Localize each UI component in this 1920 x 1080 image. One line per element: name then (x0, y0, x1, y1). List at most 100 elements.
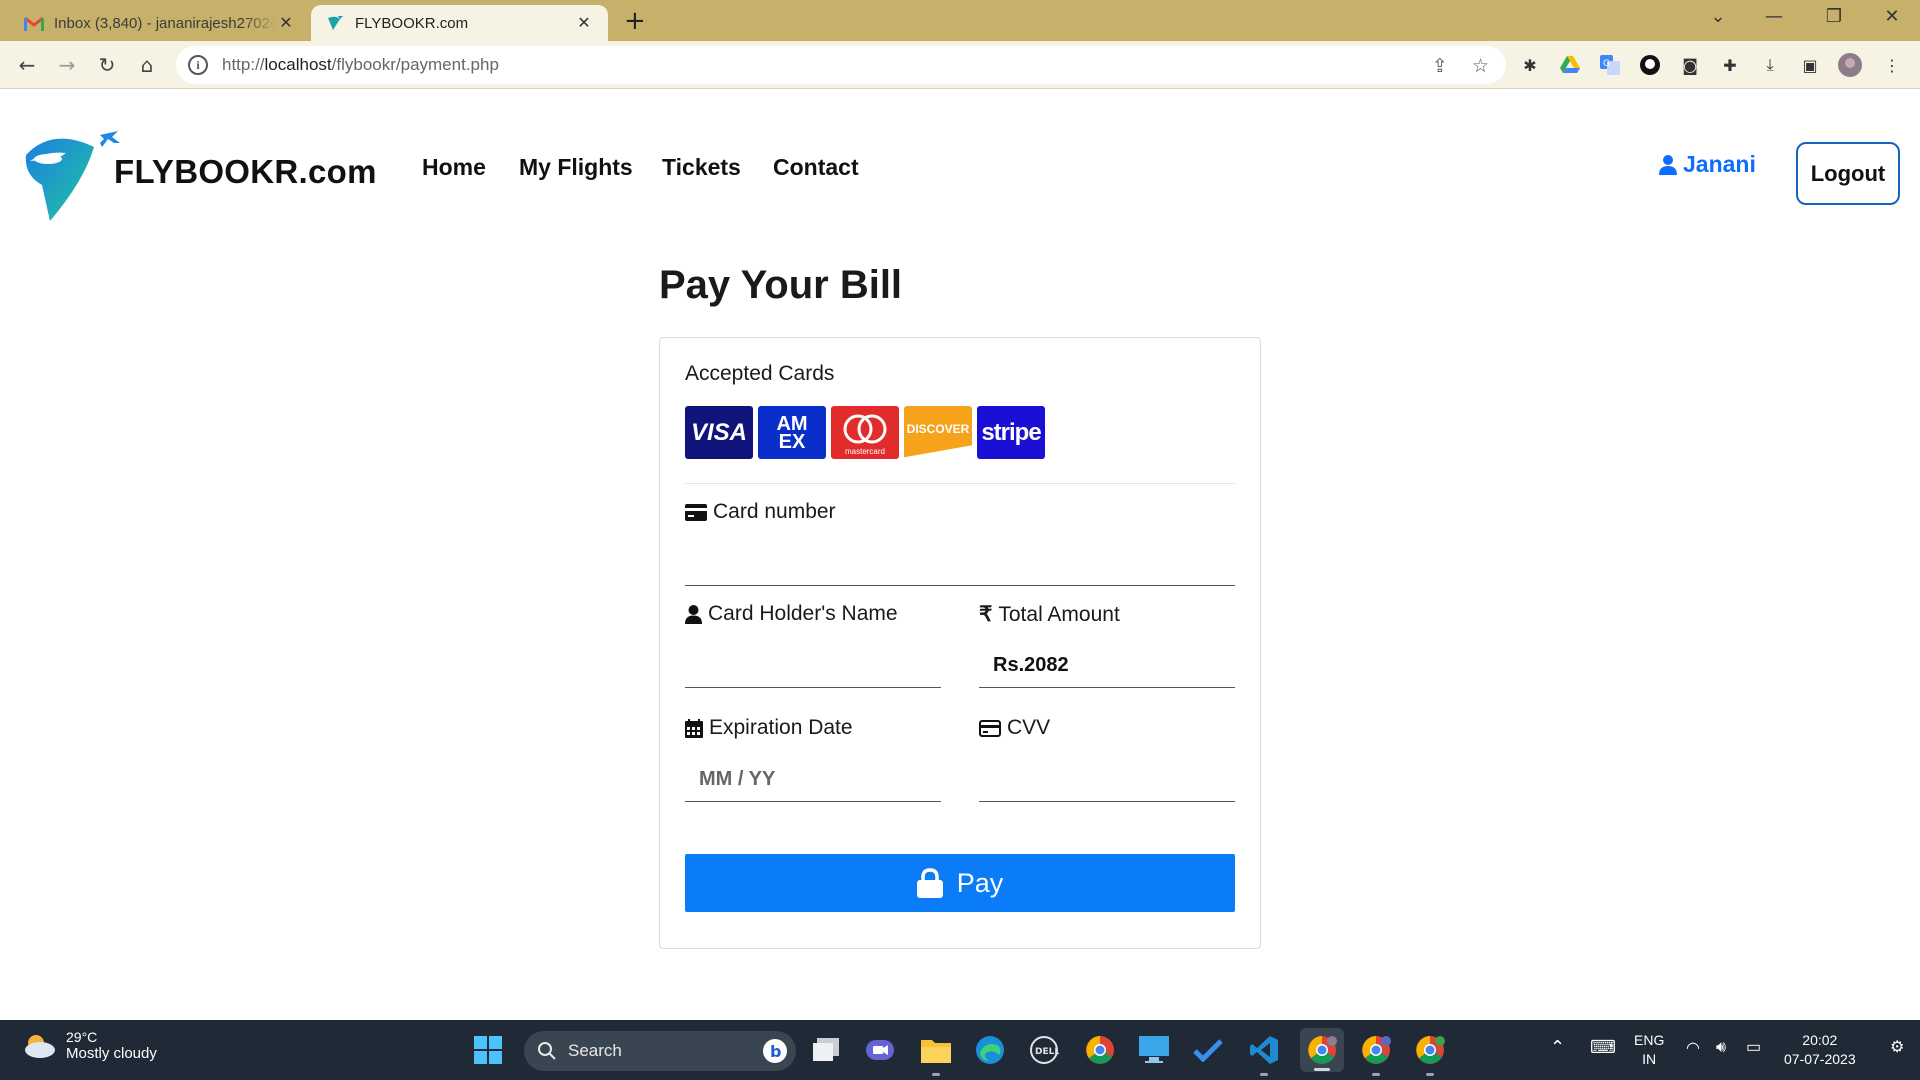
svg-text:b: b (770, 1042, 781, 1061)
windows-taskbar: 29°C Mostly cloudy Search b DELL ⌃ ⌨ ENG… (0, 1020, 1920, 1080)
clock[interactable]: 20:02 07-07-2023 (1784, 1031, 1856, 1069)
todo-check-icon[interactable] (1190, 1032, 1226, 1068)
user-profile-link[interactable]: Janani (1659, 151, 1756, 178)
teams-meet-icon[interactable] (862, 1032, 898, 1068)
flybookr-logo-icon[interactable] (22, 129, 122, 225)
logout-button[interactable]: Logout (1796, 142, 1900, 205)
extension-bug-icon[interactable]: ✱ (1518, 53, 1542, 77)
task-view-icon[interactable] (808, 1032, 844, 1068)
nav-my-flights[interactable]: My Flights (519, 154, 633, 181)
dell-icon[interactable]: DELL (1026, 1032, 1062, 1068)
download-icon[interactable]: ⤓ (1758, 53, 1782, 77)
back-icon[interactable]: ← (12, 50, 42, 80)
stripe-card-icon: stripe (977, 406, 1045, 459)
new-tab-icon[interactable]: + (624, 6, 646, 36)
nav-tickets[interactable]: Tickets (662, 154, 741, 181)
cvv-input[interactable] (979, 758, 1235, 802)
cloudy-weather-icon (25, 1034, 55, 1058)
brand-name[interactable]: FLYBOOKR.com (114, 153, 377, 191)
translate-icon[interactable]: G (1598, 53, 1622, 77)
chrome-icon[interactable] (1082, 1032, 1118, 1068)
card-holder-label: Card Holder's Name (685, 602, 898, 626)
user-icon (1659, 154, 1677, 175)
minimize-icon[interactable]: — (1754, 6, 1794, 27)
profile-avatar[interactable] (1838, 53, 1862, 77)
nav-contact[interactable]: Contact (773, 154, 859, 181)
side-panel-icon[interactable]: ▣ (1798, 53, 1822, 77)
keyboard-icon[interactable]: ⌨ (1590, 1038, 1616, 1057)
language-indicator[interactable]: ENG IN (1634, 1031, 1664, 1069)
taskbar-search[interactable]: Search b (524, 1031, 796, 1071)
bing-icon: b (763, 1039, 787, 1063)
remote-desktop-icon[interactable] (1136, 1032, 1172, 1068)
forward-icon[interactable]: → (52, 50, 82, 80)
card-holder-input[interactable] (685, 644, 941, 688)
cvv-card-icon (979, 719, 1001, 737)
close-window-icon[interactable]: ✕ (1872, 6, 1912, 27)
calendar-icon (685, 718, 703, 738)
tab-gmail[interactable]: Inbox (3,840) - jananirajesh2702@ ✕ (10, 5, 310, 41)
flybookr-favicon-icon (325, 15, 345, 31)
accepted-cards-list: VISA AM EX mastercard DISCOVER stripe (685, 406, 1045, 459)
google-drive-icon[interactable] (1558, 53, 1582, 77)
url-text: http://localhost/flybookr/payment.php (222, 55, 499, 74)
lock-icon (916, 868, 943, 898)
page-title: Pay Your Bill (659, 263, 903, 307)
amex-card-icon: AM EX (758, 406, 826, 459)
tab-search-chevron-icon[interactable]: ⌄ (1698, 6, 1738, 27)
bookmark-star-icon[interactable]: ☆ (1472, 55, 1489, 77)
visa-card-icon: VISA (685, 406, 753, 459)
chrome-profile-3-icon[interactable] (1412, 1032, 1448, 1076)
vscode-icon[interactable] (1246, 1032, 1282, 1076)
search-icon (538, 1042, 556, 1060)
browser-tab-strip: Inbox (3,840) - jananirajesh2702@ ✕ FLYB… (0, 0, 1920, 41)
battery-icon[interactable]: ▭ (1746, 1038, 1761, 1057)
tab-title: FLYBOOKR.com (355, 14, 469, 32)
close-icon[interactable]: ✕ (574, 13, 594, 33)
payment-form-card: Accepted Cards VISA AM EX mastercard DIS… (659, 337, 1261, 949)
rupee-icon: ₹ (979, 603, 993, 626)
expiration-date-input[interactable] (685, 758, 941, 802)
github-icon[interactable] (1638, 53, 1662, 77)
chrome-profile-2-icon[interactable] (1358, 1032, 1394, 1076)
tab-title: Inbox (3,840) - jananirajesh2702@ (54, 14, 276, 32)
card-number-input[interactable] (685, 542, 1235, 586)
reload-icon[interactable]: ↻ (92, 50, 122, 80)
weather-condition: Mostly cloudy (66, 1045, 157, 1062)
wifi-icon[interactable]: ◠ (1686, 1039, 1700, 1058)
site-info-icon[interactable]: i (188, 55, 208, 75)
edge-browser-icon[interactable] (972, 1032, 1008, 1068)
cvv-label: CVV (979, 716, 1050, 740)
weather-widget[interactable]: 29°C Mostly cloudy (22, 1029, 157, 1062)
address-bar[interactable]: i http://localhost/flybookr/payment.php … (176, 46, 1506, 84)
camera-icon[interactable]: ◙ (1678, 53, 1702, 77)
volume-icon[interactable]: 🔊︎ (1716, 1038, 1726, 1057)
temperature: 29°C (66, 1029, 98, 1045)
close-icon[interactable]: ✕ (276, 13, 296, 33)
user-icon (685, 604, 702, 624)
chrome-profile-1-icon[interactable] (1300, 1028, 1344, 1072)
windows-start-icon[interactable] (470, 1032, 506, 1068)
show-hidden-icons-chevron-icon[interactable]: ⌃ (1550, 1038, 1565, 1057)
svg-text:DELL: DELL (1035, 1047, 1059, 1057)
card-number-label: Card number (685, 500, 836, 524)
total-amount-input[interactable] (979, 644, 1235, 688)
site-header: FLYBOOKR.com Home My Flights Tickets Con… (0, 89, 1920, 249)
gmail-icon (24, 15, 44, 31)
nav-home[interactable]: Home (422, 154, 486, 181)
share-icon[interactable]: ⇪ (1432, 55, 1448, 77)
restore-icon[interactable]: ❐ (1814, 6, 1854, 27)
menu-kebab-icon[interactable]: ⋮ (1880, 53, 1904, 77)
browser-toolbar: ← → ↻ ⌂ i http://localhost/flybookr/paym… (0, 41, 1920, 89)
home-icon[interactable]: ⌂ (132, 50, 162, 80)
total-amount-label: ₹ Total Amount (979, 602, 1120, 627)
credit-card-icon (685, 503, 707, 521)
extensions-puzzle-icon[interactable]: ✚ (1718, 53, 1742, 77)
notifications-icon[interactable]: ⚙ (1890, 1038, 1904, 1057)
pay-button[interactable]: Pay (685, 854, 1235, 912)
tab-flybookr[interactable]: FLYBOOKR.com ✕ (311, 5, 608, 41)
accepted-cards-label: Accepted Cards (685, 362, 835, 385)
file-explorer-icon[interactable] (918, 1032, 954, 1076)
user-name: Janani (1683, 151, 1756, 177)
svg-text:G: G (1603, 59, 1610, 69)
